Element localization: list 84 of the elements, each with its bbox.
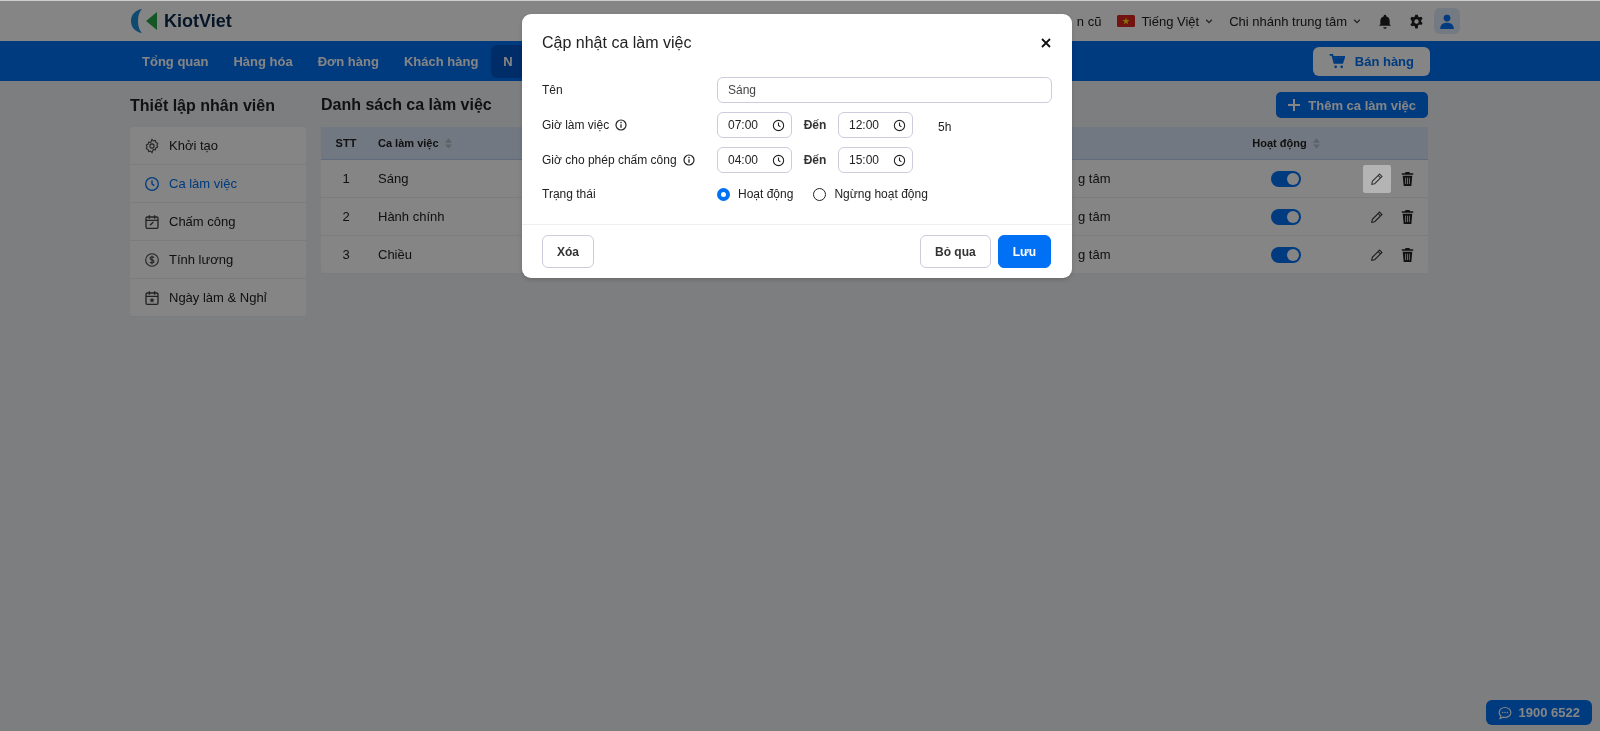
user-avatar[interactable]: [1434, 8, 1460, 34]
gear-icon: [144, 137, 160, 154]
sidebar-item[interactable]: Khởi tạo: [130, 127, 306, 165]
table-cell: 2: [342, 209, 350, 224]
table-cell: 3: [342, 247, 350, 262]
cancel-button[interactable]: Bỏ qua: [919, 235, 991, 268]
nav-tab[interactable]: Đơn hàng: [305, 44, 391, 78]
field-label: Giờ làm việc: [542, 118, 610, 132]
settings-icon[interactable]: [1409, 13, 1424, 29]
time-field[interactable]: 07:00: [717, 112, 792, 138]
nav-tab[interactable]: Tổng quan: [130, 44, 221, 78]
header-link[interactable]: n cũ: [1076, 13, 1102, 29]
logo-icon: [130, 8, 158, 34]
nav-tab[interactable]: Khách hàng: [391, 44, 491, 78]
clock-icon: [144, 175, 160, 192]
caret-icon: [1353, 17, 1361, 25]
pencil-icon: [1370, 171, 1384, 186]
column-header: STT: [334, 137, 358, 149]
cart-icon: [1328, 53, 1345, 69]
sell-button[interactable]: Bán hàng: [1312, 46, 1430, 76]
info-icon: [615, 119, 628, 131]
page-title: Danh sách ca làm việc: [321, 96, 492, 114]
clock-icon: [893, 118, 906, 132]
radio-label: Ngừng hoạt động: [834, 187, 928, 201]
sort-icon: [444, 137, 452, 149]
radio-button[interactable]: [717, 187, 730, 201]
add-shift-button[interactable]: Thêm ca làm việc: [1276, 92, 1428, 118]
duration-text: 5h: [938, 120, 952, 134]
time-field[interactable]: 15:00: [838, 147, 913, 173]
column-header: Ca làm việc: [378, 137, 439, 149]
sidebar-title: Thiết lập nhân viên: [130, 96, 276, 116]
info-icon: [682, 154, 695, 166]
user-icon: [1440, 13, 1454, 29]
save-button[interactable]: Lưu: [997, 235, 1051, 268]
sort-icon: [1312, 137, 1320, 149]
pencil-icon: [1370, 247, 1384, 262]
table-cell: Sáng: [378, 171, 409, 186]
table-cell: 1: [342, 171, 350, 186]
trash-icon[interactable]: [1401, 209, 1414, 224]
sidebar-item[interactable]: Tính lương: [130, 241, 306, 279]
field-label: Trạng thái: [542, 187, 596, 201]
table-cell: g tâm: [1078, 209, 1111, 224]
caret-icon: [1205, 17, 1214, 25]
table-cell: g tâm: [1078, 171, 1111, 186]
radio-label: Hoạt động: [738, 187, 794, 201]
plus-icon: [1288, 99, 1301, 111]
flag-icon: [1117, 15, 1136, 27]
time-field[interactable]: 04:00: [717, 147, 792, 173]
trash-icon[interactable]: [1401, 171, 1414, 186]
sidebar-item[interactable]: Chấm công: [130, 203, 306, 241]
clock-icon: [772, 118, 785, 132]
toggle-switch[interactable]: [1271, 170, 1301, 187]
bell-icon[interactable]: [1377, 12, 1393, 30]
field-label: Giờ cho phép chấm công: [542, 153, 677, 167]
table-cell: g tâm: [1078, 247, 1111, 262]
dialog-title: Cập nhật ca làm việc: [542, 33, 692, 52]
dollar-icon: [144, 251, 160, 268]
close-icon[interactable]: [1041, 37, 1051, 48]
edit-button[interactable]: [1363, 164, 1391, 193]
sidebar-item[interactable]: Ngày làm & Nghỉ: [130, 279, 306, 317]
clock-icon: [772, 153, 785, 167]
nav-tab[interactable]: N: [491, 44, 525, 78]
field-label: Tên: [542, 83, 563, 97]
calendar-icon: [144, 213, 160, 230]
field-label: Đến: [802, 153, 828, 167]
time-field[interactable]: 12:00: [838, 112, 913, 138]
clock-icon: [893, 153, 906, 167]
name-field[interactable]: Sáng: [717, 77, 1052, 103]
column-header: Hoạt động: [1252, 137, 1307, 149]
chat-icon: [1497, 705, 1512, 720]
language-select[interactable]: Tiếng Việt: [1117, 13, 1214, 29]
nav-tab[interactable]: Hàng hóa: [221, 44, 305, 78]
field-label: Đến: [802, 118, 828, 132]
table-cell: Hành chính: [378, 209, 445, 224]
table-cell: Chiều: [378, 247, 412, 262]
branch-select[interactable]: Chi nhánh trung tâm: [1229, 13, 1361, 29]
delete-button[interactable]: Xóa: [542, 235, 594, 268]
logo-text: KiotViet: [164, 10, 232, 32]
hotline-button[interactable]: 1900 6522: [1485, 700, 1592, 725]
pencil-icon: [1370, 209, 1384, 224]
sidebar-item[interactable]: Ca làm việc: [130, 165, 306, 203]
toggle-switch[interactable]: [1271, 246, 1301, 263]
toggle-switch[interactable]: [1271, 208, 1301, 225]
trash-icon[interactable]: [1401, 247, 1414, 262]
